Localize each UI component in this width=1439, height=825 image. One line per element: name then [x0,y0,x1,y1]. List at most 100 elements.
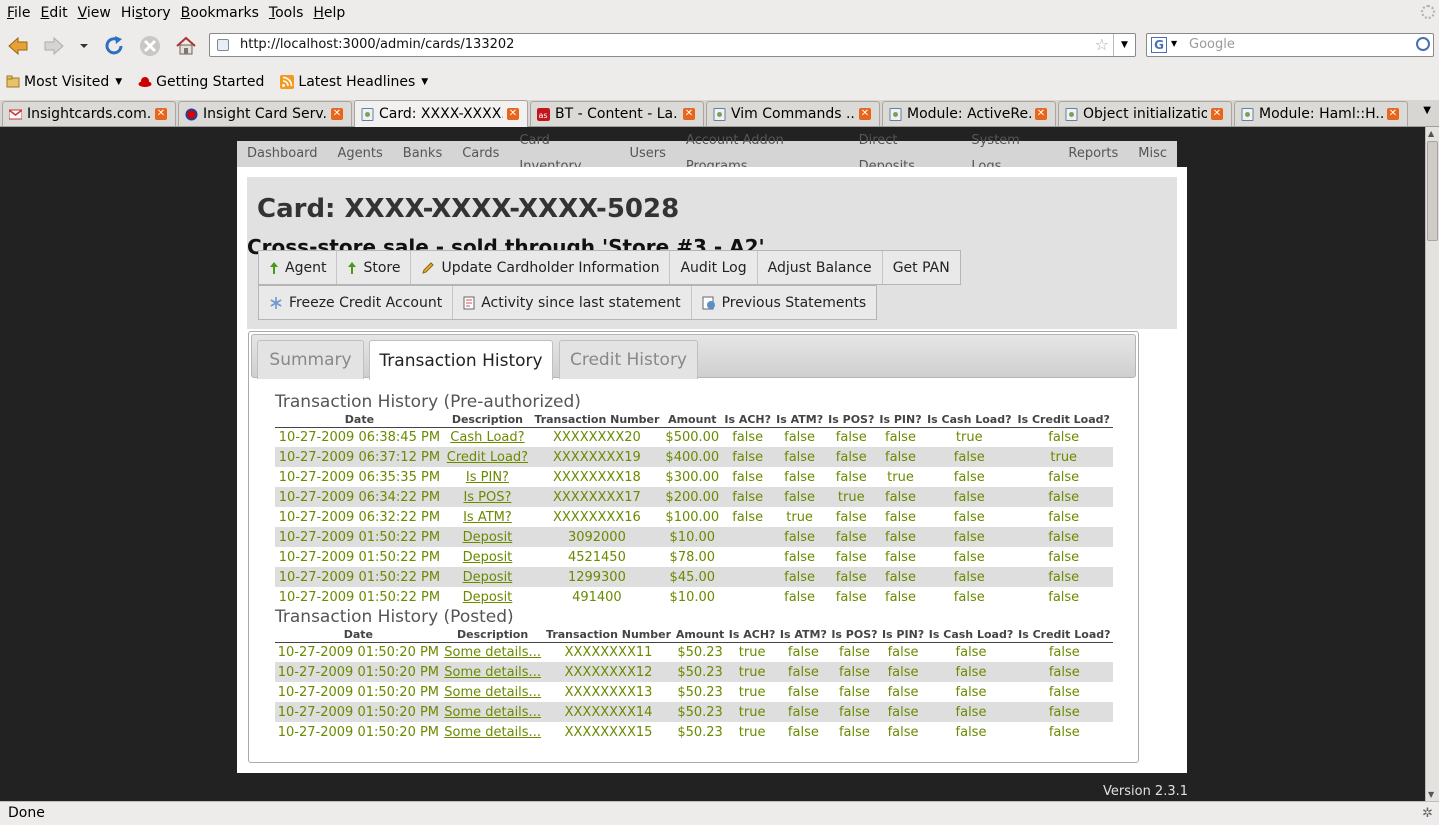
transaction-description-link[interactable]: Is PIN? [466,470,509,485]
close-tab-icon[interactable]: ✕ [331,108,343,120]
nav-dashboard[interactable]: Dashboard [237,141,328,167]
addon-gear-icon[interactable]: ✲ [1422,806,1433,821]
table-cell: XXXXXXXX20 [531,427,663,447]
update-cardholder-button[interactable]: Update Cardholder Information [411,251,671,284]
bookmark-most-visited[interactable]: Most Visited ▼ [6,74,122,90]
table-cell: Is POS? [443,487,532,507]
transaction-description-link[interactable]: Credit Load? [447,450,528,465]
transaction-description-link[interactable]: Deposit [463,590,513,605]
transaction-description-link[interactable]: Some details... [444,685,541,700]
column-header: Is ATM? [773,412,826,428]
menu-file[interactable]: File [2,1,35,25]
back-button[interactable] [5,33,31,59]
transaction-description-link[interactable]: Some details... [444,665,541,680]
scroll-down-icon[interactable]: ▼ [1428,790,1434,799]
rss-feed-icon [280,75,295,89]
transaction-description-link[interactable]: Deposit [463,530,513,545]
menu-history[interactable]: History [116,1,176,25]
table-cell: XXXXXXXX14 [543,702,674,722]
page-icon [1241,107,1254,121]
close-tab-icon[interactable]: ✕ [1387,108,1399,120]
close-tab-icon[interactable]: ✕ [1211,108,1223,120]
scrollbar-thumb[interactable] [1427,141,1438,241]
close-tab-icon[interactable]: ✕ [859,108,871,120]
nav-users[interactable]: Users [620,141,676,167]
tab-transaction-history[interactable]: Transaction History [369,340,553,380]
stop-button[interactable] [137,33,163,59]
url-bar[interactable]: http://localhost:3000/admin/cards/133202… [209,33,1136,57]
tab-credit-history[interactable]: Credit History [559,340,698,379]
menu-bar: File Edit View History Bookmarks Tools H… [0,0,1439,25]
browser-tab[interactable]: Vim Commands ... ✕ [706,101,880,126]
search-icon[interactable] [1416,37,1430,51]
transaction-description-link[interactable]: Some details... [444,725,541,740]
vertical-scrollbar[interactable]: ▲ ▼ [1425,127,1439,801]
close-tab-icon[interactable]: ✕ [507,108,519,120]
google-engine-icon[interactable]: G [1151,37,1167,53]
transaction-description-link[interactable]: Some details... [444,645,541,660]
menu-edit[interactable]: Edit [35,1,72,25]
freeze-credit-button[interactable]: Freeze Credit Account [259,286,454,319]
previous-statements-button[interactable]: Previous Statements [692,286,877,319]
transaction-description-link[interactable]: Deposit [463,550,513,565]
url-text[interactable]: http://localhost:3000/admin/cards/133202 [240,37,514,52]
forward-button[interactable] [41,33,67,59]
menu-bookmarks[interactable]: Bookmarks [176,1,264,25]
nav-banks[interactable]: Banks [393,141,452,167]
browser-tab[interactable]: Module: ActiveRe... ✕ [882,101,1056,126]
close-tab-icon[interactable]: ✕ [683,108,695,120]
nav-cards[interactable]: Cards [452,141,509,167]
browser-tab[interactable]: Insight Card Serv... ✕ [178,101,352,126]
store-button[interactable]: Store [337,251,412,284]
browser-tab-active[interactable]: Card: XXXX-XXXX... ✕ [354,100,528,127]
adjust-balance-button[interactable]: Adjust Balance [758,251,883,284]
nav-misc[interactable]: Misc [1128,141,1177,167]
history-dropdown-button[interactable] [73,33,95,59]
url-history-dropdown[interactable]: ▼ [1113,34,1135,56]
transaction-description-link[interactable]: Cash Load? [450,430,524,445]
site-identity-icon[interactable] [217,39,229,51]
table-cell: 10-27-2009 06:32:22 PM [275,507,444,527]
browser-tab[interactable]: Insightcards.com... ✕ [2,101,176,126]
scroll-up-icon[interactable]: ▲ [1428,129,1434,138]
activity-since-statement-button[interactable]: Activity since last statement [453,286,692,319]
transaction-description-link[interactable]: Is ATM? [463,510,512,525]
menu-view[interactable]: View [73,1,116,25]
transaction-description-link[interactable]: Deposit [463,570,513,585]
home-button[interactable] [173,33,199,59]
close-tab-icon[interactable]: ✕ [155,108,167,120]
agent-button-label: Agent [285,259,327,276]
engine-dropdown-icon[interactable]: ▼ [1171,39,1177,48]
close-tab-icon[interactable]: ✕ [1035,108,1047,120]
table-cell: false [926,642,1016,662]
table-cell: $50.23 [673,662,727,682]
bookmark-latest-headlines[interactable]: Latest Headlines ▼ [280,74,428,90]
audit-log-button[interactable]: Audit Log [670,251,758,284]
search-bar[interactable]: G ▼ Google [1146,33,1434,57]
posted-row: 10-27-2009 01:50:20 PM Some details... XXX… [275,662,1113,682]
bookmark-star-icon[interactable]: ☆ [1095,35,1109,54]
browser-tab[interactable]: as BT - Content - La... ✕ [530,101,704,126]
table-cell: false [777,682,830,702]
agent-button[interactable]: Agent [259,251,338,284]
transaction-description-link[interactable]: Is POS? [463,490,511,505]
table-cell: 10-27-2009 01:50:20 PM [275,702,442,722]
menu-tools[interactable]: Tools [264,1,309,25]
get-pan-button[interactable]: Get PAN [883,251,960,284]
table-cell: false [825,467,877,487]
nav-agents[interactable]: Agents [328,141,393,167]
browser-tab[interactable]: Object initialization ✕ [1058,101,1232,126]
bookmark-getting-started[interactable]: Getting Started [138,74,264,90]
nav-reports[interactable]: Reports [1058,141,1128,167]
status-bar: Done ✲ [0,801,1439,825]
menu-help[interactable]: Help [308,1,350,25]
reload-button[interactable] [101,33,127,59]
table-cell: Some details... [441,722,544,742]
tab-list-dropdown-icon[interactable]: ▼ [1423,105,1431,116]
transaction-description-link[interactable]: Some details... [444,705,541,720]
tab-summary[interactable]: Summary [257,340,364,379]
search-placeholder[interactable]: Google [1189,37,1235,52]
browser-tab[interactable]: Module: Haml::H... ✕ [1234,101,1408,126]
up-arrow-icon [270,261,278,274]
table-cell: XXXXXXXX13 [543,682,674,702]
